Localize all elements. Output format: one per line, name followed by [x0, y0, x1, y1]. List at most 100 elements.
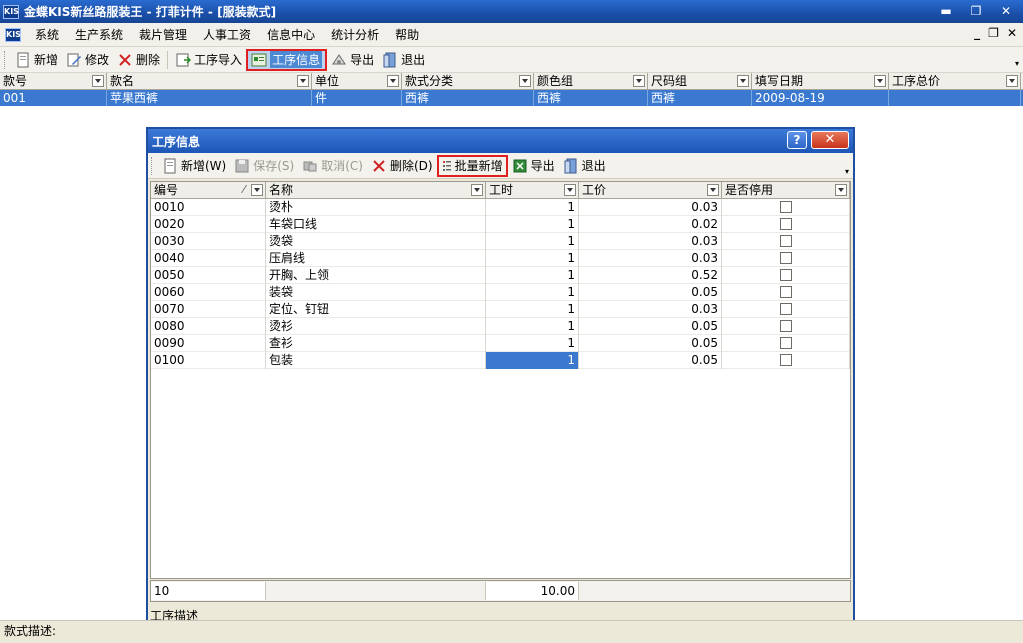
cell-color-group[interactable]: 西裤: [534, 90, 648, 106]
disabled-checkbox[interactable]: [779, 320, 792, 332]
cell-work-hours[interactable]: 1: [486, 216, 579, 233]
table-row[interactable]: 0060 装袋 1 0.05: [151, 284, 850, 301]
filter-dropdown-icon[interactable]: [874, 75, 886, 87]
cell-work-hours[interactable]: 1: [486, 267, 579, 284]
cell-process-code[interactable]: 0070: [151, 301, 266, 318]
restore-button[interactable]: ❐: [963, 2, 989, 20]
cell-work-hours[interactable]: 1: [486, 301, 579, 318]
cell-process-name[interactable]: 查衫: [266, 335, 486, 352]
mdi-close-button[interactable]: ✕: [1007, 26, 1017, 40]
toolbar-overflow-icon[interactable]: ▾: [1015, 59, 1019, 68]
menu-system[interactable]: 系统: [27, 26, 67, 43]
minimize-button[interactable]: ▬: [933, 2, 959, 20]
column-header[interactable]: 款号: [0, 73, 107, 90]
cell-unit[interactable]: 件: [312, 90, 402, 106]
table-row[interactable]: 0010 烫朴 1 0.03: [151, 199, 850, 216]
disabled-checkbox[interactable]: [779, 252, 792, 264]
cell-unit-price[interactable]: 0.03: [579, 301, 722, 318]
disabled-checkbox[interactable]: [779, 303, 792, 315]
cell-unit-price[interactable]: 0.03: [579, 199, 722, 216]
cell-unit-price[interactable]: 0.02: [579, 216, 722, 233]
cell-process-name[interactable]: 车袋口线: [266, 216, 486, 233]
cell-unit-price[interactable]: 0.05: [579, 318, 722, 335]
cell-process-code[interactable]: 0100: [151, 352, 266, 369]
menu-help[interactable]: 帮助: [387, 26, 427, 43]
cell-process-name[interactable]: 烫衫: [266, 318, 486, 335]
table-row[interactable]: 0090 查衫 1 0.05: [151, 335, 850, 352]
dialog-cancel-button[interactable]: 取消(C): [298, 155, 367, 177]
table-row[interactable]: 001 苹果西裤 件 西裤 西裤 西裤 2009-08-19: [0, 90, 1023, 106]
column-header[interactable]: 工时: [486, 182, 579, 199]
column-header[interactable]: 编号 ⁄: [151, 182, 266, 199]
toolbar-grip[interactable]: [4, 50, 7, 69]
cell-category[interactable]: 西裤: [402, 90, 534, 106]
cell-work-hours[interactable]: 1: [486, 250, 579, 267]
toolbar-grip[interactable]: [151, 156, 154, 175]
cell-process-code[interactable]: 0080: [151, 318, 266, 335]
cell-style-code[interactable]: 001: [0, 90, 107, 106]
disabled-checkbox[interactable]: [779, 218, 792, 230]
cell-unit-price[interactable]: 0.52: [579, 267, 722, 284]
filter-dropdown-icon[interactable]: [564, 184, 576, 196]
filter-dropdown-icon[interactable]: [297, 75, 309, 87]
column-header[interactable]: 是否停用: [722, 182, 850, 199]
cell-process-name[interactable]: 装袋: [266, 284, 486, 301]
filter-dropdown-icon[interactable]: [387, 75, 399, 87]
filter-dropdown-icon[interactable]: [737, 75, 749, 87]
cell-process-code[interactable]: 0030: [151, 233, 266, 250]
menu-statistics[interactable]: 统计分析: [323, 26, 387, 43]
filter-dropdown-icon[interactable]: [251, 184, 263, 196]
column-header[interactable]: 颜色组: [534, 73, 648, 90]
menu-cutting[interactable]: 裁片管理: [131, 26, 195, 43]
menu-logo[interactable]: KIS: [5, 27, 21, 42]
dialog-close-button[interactable]: ✕: [811, 131, 849, 149]
filter-dropdown-icon[interactable]: [471, 184, 483, 196]
cell-process-code[interactable]: 0050: [151, 267, 266, 284]
cell-process-code[interactable]: 0010: [151, 199, 266, 216]
column-header[interactable]: 款名: [107, 73, 312, 90]
cell-work-hours[interactable]: 1: [486, 335, 579, 352]
cell-process-name[interactable]: 开胸、上领: [266, 267, 486, 284]
cell-process-code[interactable]: 0020: [151, 216, 266, 233]
cell-date[interactable]: 2009-08-19: [752, 90, 889, 106]
disabled-checkbox[interactable]: [779, 337, 792, 349]
table-row[interactable]: 0050 开胸、上领 1 0.52: [151, 267, 850, 284]
column-header[interactable]: 尺码组: [648, 73, 752, 90]
disabled-checkbox[interactable]: [779, 201, 792, 213]
cell-process-name[interactable]: 烫朴: [266, 199, 486, 216]
cell-work-hours[interactable]: 1: [486, 318, 579, 335]
dialog-new-button[interactable]: 新增(W): [158, 155, 230, 177]
toolbar-overflow-icon[interactable]: ▾: [845, 167, 849, 176]
disabled-checkbox[interactable]: [779, 286, 792, 298]
column-header[interactable]: 填写日期: [752, 73, 889, 90]
menu-hr-payroll[interactable]: 人事工资: [195, 26, 259, 43]
column-header[interactable]: 工序总价: [889, 73, 1021, 90]
close-button[interactable]: ✕: [993, 2, 1019, 20]
menu-production[interactable]: 生产系统: [67, 26, 131, 43]
column-header[interactable]: 款式分类: [402, 73, 534, 90]
help-button[interactable]: ?: [787, 131, 807, 149]
cell-unit-price[interactable]: 0.03: [579, 233, 722, 250]
table-row[interactable]: 0100 包装 1 0.05: [151, 352, 850, 369]
table-row[interactable]: 0080 烫衫 1 0.05: [151, 318, 850, 335]
filter-dropdown-icon[interactable]: [1006, 75, 1018, 87]
cell-work-hours[interactable]: 1: [486, 199, 579, 216]
column-header[interactable]: 名称: [266, 182, 486, 199]
cell-style-name[interactable]: 苹果西裤: [107, 90, 312, 106]
cell-size-group[interactable]: 西裤: [648, 90, 752, 106]
cell-process-name[interactable]: 压肩线: [266, 250, 486, 267]
edit-button[interactable]: 修改: [62, 49, 113, 71]
menu-info-center[interactable]: 信息中心: [259, 26, 323, 43]
dialog-export-button[interactable]: 导出: [508, 155, 559, 177]
table-row[interactable]: 0020 车袋口线 1 0.02: [151, 216, 850, 233]
cell-process-code[interactable]: 0040: [151, 250, 266, 267]
filter-dropdown-icon[interactable]: [519, 75, 531, 87]
disabled-checkbox[interactable]: [779, 235, 792, 247]
cell-process-code[interactable]: 0060: [151, 284, 266, 301]
column-header[interactable]: 单位: [312, 73, 402, 90]
cell-work-hours[interactable]: 1: [486, 352, 579, 369]
cell-unit-price[interactable]: 0.05: [579, 284, 722, 301]
cell-process-total[interactable]: [889, 90, 1021, 106]
cell-unit-price[interactable]: 0.05: [579, 335, 722, 352]
filter-dropdown-icon[interactable]: [92, 75, 104, 87]
